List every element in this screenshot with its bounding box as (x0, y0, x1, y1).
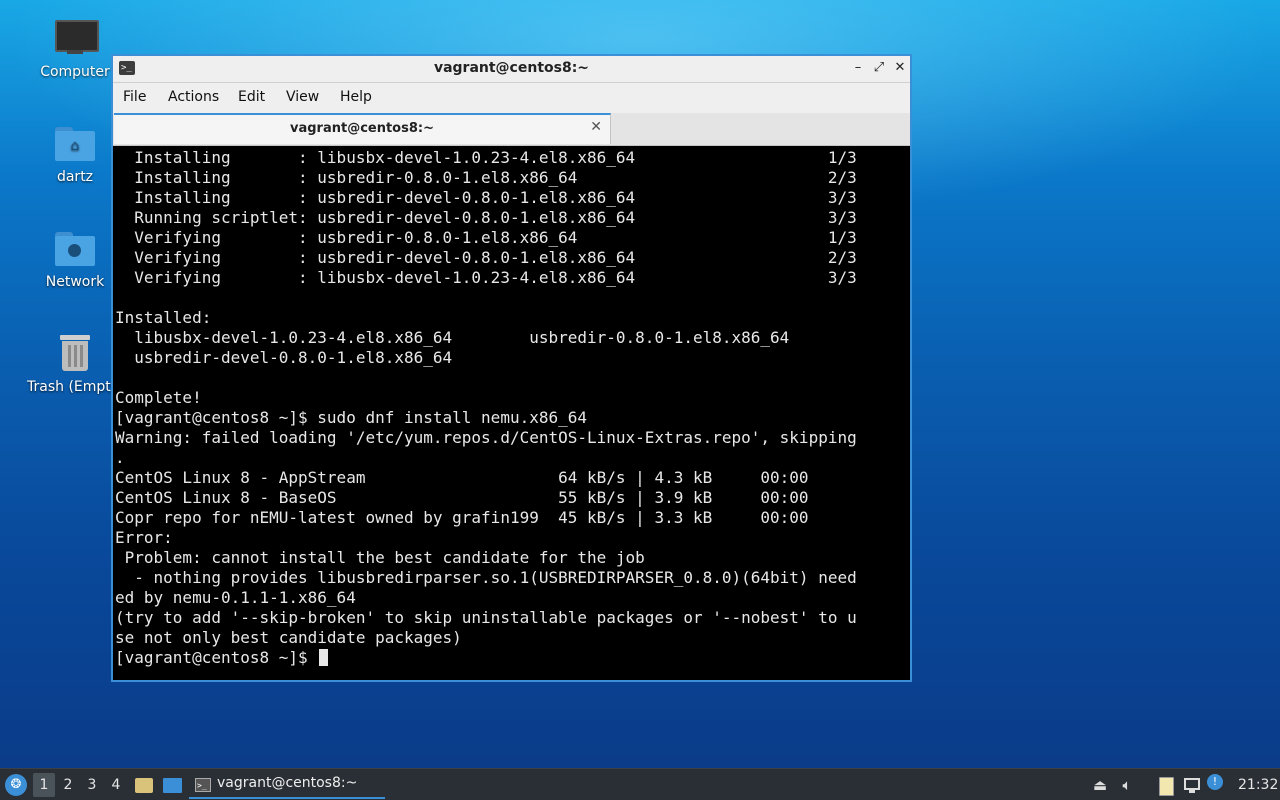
window-title: vagrant@centos8:~ (433, 60, 590, 76)
show-desktop-icon[interactable] (162, 775, 182, 795)
tab-terminal[interactable]: vagrant@centos8:~ ✕ (114, 113, 611, 144)
terminal-cursor (319, 649, 329, 666)
terminal-prompt-line[interactable]: [vagrant@centos8 ~]$ (115, 648, 910, 668)
terminal-output[interactable]: Installing : libusbx-devel-1.0.23-4.el8.… (113, 146, 910, 680)
terminal-line: Problem: cannot install the best candida… (115, 548, 645, 567)
terminal-line: Installing : libusbx-devel-1.0.23-4.el8.… (115, 148, 857, 167)
terminal-line: Copr repo for nEMU-latest owned by grafi… (115, 508, 809, 527)
terminal-line: usbredir-devel-0.8.0-1.el8.x86_64 (115, 348, 453, 367)
terminal-line: Verifying : usbredir-devel-0.8.0-1.el8.x… (115, 248, 857, 267)
tab-close-icon[interactable]: ✕ (590, 119, 602, 135)
computer-icon (53, 18, 99, 58)
desktop-icon-label: Computer (40, 64, 110, 80)
terminal-line: se not only best candidate packages) (115, 628, 462, 647)
close-button[interactable]: ✕ (891, 59, 909, 77)
workspace-4[interactable]: 4 (105, 773, 127, 797)
task-label: vagrant@centos8:~ (217, 775, 358, 791)
clipboard-icon[interactable] (1155, 775, 1175, 796)
terminal-line: Complete! (115, 388, 202, 407)
trash-icon (53, 333, 97, 373)
menu-help[interactable]: Help (340, 89, 372, 105)
app-menu-icon[interactable]: ❂ (5, 774, 27, 796)
desktop-icon-home-folder[interactable]: ⌂ dartz (27, 123, 123, 185)
terminal-line: Verifying : libusbx-devel-1.0.23-4.el8.x… (115, 268, 857, 287)
terminal-line: (try to add '--skip-broken' to skip unin… (115, 608, 857, 627)
desktop-icon-label: Network (45, 274, 105, 290)
tab-title: vagrant@centos8:~ (289, 121, 434, 136)
workspace-3[interactable]: 3 (81, 773, 103, 797)
terminal-prompt: [vagrant@centos8 ~]$ (115, 648, 318, 667)
terminal-line: Installing : usbredir-0.8.0-1.el8.x86_64… (115, 168, 857, 187)
terminal-line: - nothing provides libusbredirparser.so.… (115, 568, 857, 587)
terminal-line: . (115, 448, 125, 467)
desktop-icon-trash[interactable]: Trash (Empty) (27, 333, 123, 395)
workspace-1[interactable]: 1 (33, 773, 55, 797)
desktop-icon-label: dartz (56, 169, 94, 185)
network-icon[interactable] (1182, 775, 1202, 795)
terminal-line: CentOS Linux 8 - BaseOS 55 kB/s | 3.9 kB… (115, 488, 809, 507)
eject-icon[interactable]: ⏏ (1090, 775, 1110, 795)
terminal-line: Installing : usbredir-devel-0.8.0-1.el8.… (115, 188, 857, 207)
menu-file[interactable]: File (123, 89, 146, 105)
terminal-line: Error: (115, 528, 173, 547)
terminal-line: Verifying : usbredir-0.8.0-1.el8.x86_64 … (115, 228, 857, 247)
update-notification-icon[interactable]: ! (1207, 774, 1223, 790)
terminal-line: CentOS Linux 8 - AppStream 64 kB/s | 4.3… (115, 468, 809, 487)
terminal-window: >_ vagrant@centos8:~ – ⤢ ✕ File Actions … (111, 54, 912, 682)
minimize-button[interactable]: – (849, 59, 867, 77)
terminal-line: Running scriptlet: usbredir-devel-0.8.0-… (115, 208, 857, 227)
taskbar: ❂ 1 2 3 4 >_ vagrant@centos8:~ ⏏ 🔈︎ ! 21… (0, 768, 1280, 800)
desktop-icon-computer[interactable]: Computer (27, 18, 123, 80)
terminal-icon: >_ (195, 778, 211, 792)
terminal-line: [vagrant@centos8 ~]$ sudo dnf install ne… (115, 408, 588, 427)
file-manager-icon[interactable] (134, 775, 154, 795)
clock[interactable]: 21:32 (1238, 769, 1278, 800)
menu-actions[interactable]: Actions (168, 89, 219, 105)
terminal-line: Installed: (115, 308, 212, 327)
maximize-button[interactable]: ⤢ (870, 59, 888, 77)
tab-bar: vagrant@centos8:~ ✕ (113, 113, 910, 146)
workspace-2[interactable]: 2 (57, 773, 79, 797)
terminal-line: Warning: failed loading '/etc/yum.repos.… (115, 428, 857, 447)
desktop-icon-label: Trash (Empty) (27, 379, 113, 395)
desktop-icon-network[interactable]: Network (27, 228, 123, 290)
home-folder-icon: ⌂ (53, 123, 97, 163)
menu-edit[interactable]: Edit (238, 89, 265, 105)
menu-bar: File Actions Edit View Help (113, 83, 910, 113)
volume-icon[interactable]: 🔈︎ (1117, 775, 1137, 795)
menu-view[interactable]: View (286, 89, 319, 105)
window-titlebar[interactable]: >_ vagrant@centos8:~ – ⤢ ✕ (113, 56, 910, 83)
terminal-line: libusbx-devel-1.0.23-4.el8.x86_64 usbred… (115, 328, 790, 347)
network-folder-icon (53, 228, 97, 268)
taskbar-task-terminal[interactable]: >_ vagrant@centos8:~ (189, 771, 385, 799)
terminal-line: ed by nemu-0.1.1-1.x86_64 (115, 588, 356, 607)
